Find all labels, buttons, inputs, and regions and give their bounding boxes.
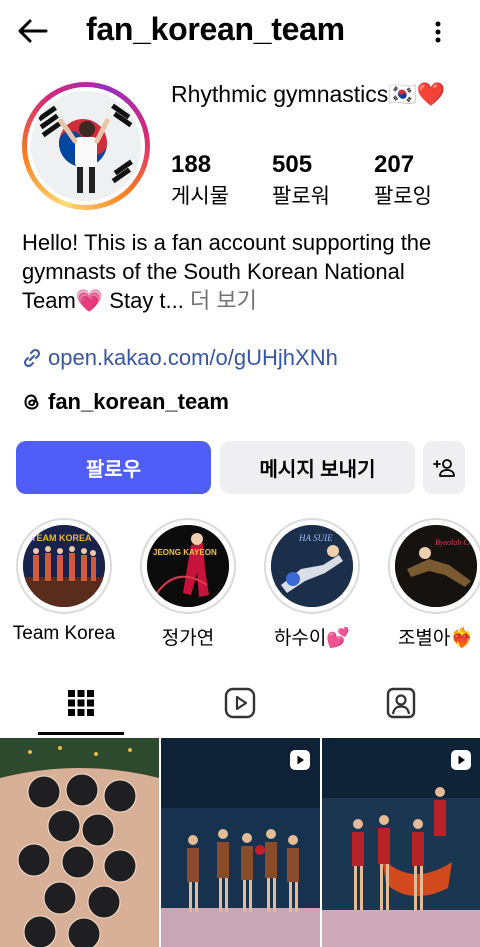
- suggest-people-button[interactable]: [423, 441, 465, 494]
- avatar-image: [31, 91, 141, 201]
- link-icon: [23, 348, 41, 368]
- stat-followers-count: 505: [272, 151, 313, 178]
- threads-handle: fan_korean_team: [48, 389, 229, 414]
- tagged-icon[interactable]: [384, 686, 418, 720]
- more-vertical-icon[interactable]: [428, 16, 448, 48]
- profile-bio: Hello! This is a fan account supporting …: [22, 228, 462, 315]
- bio-more-link[interactable]: 더 보기: [184, 288, 257, 313]
- highlight-label: 조별아❤️‍🔥: [397, 628, 475, 649]
- reel-badge-icon: [290, 750, 310, 770]
- stat-following[interactable]: 207 팔로잉: [374, 150, 432, 212]
- post-thumbnail[interactable]: [0, 738, 159, 947]
- person-add-icon: [433, 458, 455, 477]
- stat-following-label: 팔로잉: [374, 185, 432, 208]
- stat-following-count: 207: [374, 151, 415, 178]
- post-image: [0, 738, 159, 947]
- avatar: [31, 91, 141, 201]
- avatar-story-ring[interactable]: [22, 82, 150, 210]
- threads-badge[interactable]: fan_korean_team: [22, 389, 229, 415]
- highlight-cover-text: Byeolah Cho: [435, 538, 477, 547]
- profile-link-text: open.kakao.com/o/gUHjhXNh: [48, 345, 338, 370]
- active-tab-indicator: [38, 732, 124, 735]
- stat-followers[interactable]: 505 팔로워: [272, 150, 330, 212]
- post-thumbnail[interactable]: [161, 738, 320, 947]
- highlight-cover: HA SUIE: [271, 525, 353, 607]
- reels-icon[interactable]: [223, 686, 257, 720]
- stat-followers-label: 팔로워: [272, 185, 330, 208]
- highlight-cover-text: JEONG KAYEON: [153, 548, 217, 557]
- post-thumbnail[interactable]: [322, 738, 480, 947]
- profile-tabs: [0, 672, 480, 734]
- message-button[interactable]: 메시지 보내기: [220, 441, 415, 494]
- stat-posts-count: 188: [171, 151, 212, 178]
- top-bar: fan_korean_team: [0, 0, 480, 64]
- highlight-cover: Byeolah Cho: [395, 525, 477, 607]
- stat-posts-label: 게시물: [171, 185, 229, 208]
- highlight-cover: JEONG KAYEON: [147, 525, 229, 607]
- reel-badge-icon: [451, 750, 471, 770]
- stat-posts[interactable]: 188 게시물: [171, 150, 229, 212]
- highlight-cover-text: TEAM KOREA: [31, 533, 92, 543]
- highlight-cover: TEAM KOREA: [23, 525, 105, 607]
- threads-icon: [24, 394, 39, 410]
- page-title: fan_korean_team: [86, 11, 345, 47]
- follow-button[interactable]: 팔로우: [16, 441, 211, 494]
- profile-link[interactable]: open.kakao.com/o/gUHjhXNh: [22, 345, 338, 371]
- grid-icon[interactable]: [64, 686, 98, 720]
- highlight-cover-text: HA SUIE: [298, 533, 333, 543]
- profile-display-name: Rhythmic gymnastics🇰🇷❤️: [171, 81, 446, 107]
- arrow-left-icon[interactable]: [16, 14, 50, 48]
